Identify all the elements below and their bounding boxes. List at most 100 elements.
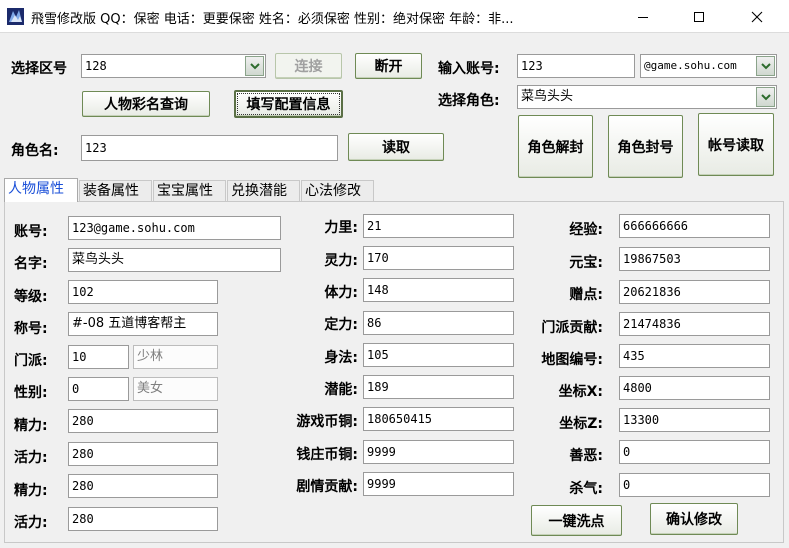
domain-select-arrow[interactable]: [756, 56, 775, 76]
attr-label: 灵力:: [324, 253, 358, 269]
connect-button[interactable]: 连接: [275, 53, 342, 79]
tab-equipment-attributes[interactable]: 装备属性: [79, 180, 152, 201]
attr-label: 杀气:: [569, 481, 603, 497]
read-button[interactable]: 读取: [348, 133, 444, 161]
agility-field[interactable]: 105: [363, 343, 514, 367]
role-select-label: 选择角色:: [438, 93, 500, 109]
attr-label: 活力:: [14, 450, 48, 466]
region-label: 选择区号: [11, 61, 67, 77]
story-contribution-field[interactable]: 9999: [363, 472, 514, 496]
title-field[interactable]: #-08 五道博客帮主: [68, 312, 218, 336]
attr-label: 坐标Z:: [559, 416, 603, 432]
domain-select-value: @game.sohu.com: [644, 59, 737, 72]
attr-label: 善恶:: [569, 448, 603, 464]
energy-field-2[interactable]: 280: [68, 474, 218, 498]
killing-aura-field[interactable]: 0: [619, 473, 770, 497]
map-id-field[interactable]: 435: [619, 344, 770, 368]
domain-select[interactable]: @game.sohu.com: [640, 54, 777, 78]
disconnect-button[interactable]: 断开: [355, 53, 422, 79]
morality-field[interactable]: 0: [619, 440, 770, 464]
confirm-modify-button[interactable]: 确认修改: [650, 503, 738, 535]
name-field[interactable]: 菜鸟头头: [68, 248, 281, 272]
attr-label: 等级:: [14, 289, 48, 305]
wash-points-button[interactable]: 一键洗点: [531, 505, 622, 536]
attr-label: 定力:: [324, 317, 358, 333]
chevron-down-icon: [760, 62, 771, 69]
level-field[interactable]: 102: [68, 280, 218, 304]
attr-label: 活力:: [14, 515, 48, 531]
attr-label: 门派贡献:: [541, 320, 603, 336]
attr-label: 元宝:: [569, 255, 603, 271]
account-field[interactable]: 123@game.sohu.com: [68, 216, 281, 240]
seal-role-button[interactable]: 角色封号: [608, 115, 683, 178]
gender-field[interactable]: 0: [68, 377, 129, 401]
coord-x-field[interactable]: 4800: [619, 376, 770, 400]
strength-field[interactable]: 21: [363, 214, 514, 238]
maximize-icon: [694, 11, 704, 22]
attr-label: 体力:: [324, 285, 358, 301]
minimize-button[interactable]: [620, 0, 666, 33]
close-icon: [751, 11, 763, 22]
region-select-arrow[interactable]: [245, 56, 264, 76]
attr-label: 称号:: [14, 321, 48, 337]
app-icon: [7, 8, 24, 25]
attr-label: 潜能:: [324, 382, 358, 398]
potential-field[interactable]: 189: [363, 375, 514, 399]
tab-exchange-potential[interactable]: 兑换潜能: [227, 180, 300, 201]
ingot-field[interactable]: 19867503: [619, 247, 770, 271]
attr-label: 门派:: [14, 353, 48, 369]
close-button[interactable]: [734, 0, 780, 33]
sect-contribution-field[interactable]: 21474836: [619, 312, 770, 336]
composure-field[interactable]: 86: [363, 311, 514, 335]
attr-label: 精力:: [14, 483, 48, 499]
bonus-points-field[interactable]: 20621836: [619, 280, 770, 304]
unseal-role-button[interactable]: 角色解封: [518, 115, 593, 178]
stamina-field[interactable]: 148: [363, 278, 514, 302]
region-select-value: 128: [85, 59, 107, 73]
account-read-button[interactable]: 帐号读取: [698, 113, 774, 176]
tab-character-attributes[interactable]: 人物属性: [4, 178, 78, 202]
role-select-arrow[interactable]: [756, 87, 775, 107]
energy-field[interactable]: 280: [68, 409, 218, 433]
attr-label: 经验:: [569, 222, 603, 238]
role-select-value: 菜鸟头头: [521, 89, 574, 104]
role-name-label: 角色名:: [11, 143, 59, 159]
role-select[interactable]: 菜鸟头头: [517, 85, 777, 109]
fill-config-button[interactable]: 填写配置信息: [234, 90, 343, 118]
minimize-icon: [638, 16, 648, 18]
bank-coin-field[interactable]: 9999: [363, 440, 514, 464]
attr-label: 钱庄币铜:: [296, 447, 358, 463]
role-name-input[interactable]: 123: [81, 135, 338, 161]
maximize-button[interactable]: [676, 0, 722, 33]
chevron-down-icon: [249, 62, 260, 69]
experience-field[interactable]: 666666666: [619, 214, 770, 238]
sect-name-field: 少林: [133, 345, 218, 369]
attr-label: 性别:: [14, 385, 48, 401]
query-color-name-button[interactable]: 人物彩名查询: [82, 91, 210, 117]
attr-label: 名字:: [14, 256, 48, 272]
gender-name-field: 美女: [133, 377, 218, 401]
tab-skill-modify[interactable]: 心法修改: [301, 180, 374, 201]
region-select[interactable]: 128: [81, 54, 266, 78]
vitality-field-2[interactable]: 280: [68, 507, 218, 531]
attr-label: 精力:: [14, 418, 48, 434]
sect-field[interactable]: 10: [68, 345, 129, 369]
attr-label: 身法:: [324, 350, 358, 366]
tab-pet-attributes[interactable]: 宝宝属性: [153, 180, 226, 201]
window-title: 飛雪修改版 QQ：保密 电话：更要保密 姓名：必须保密 性别：绝对保密 年龄：非…: [31, 12, 514, 27]
vitality-field[interactable]: 280: [68, 442, 218, 466]
attr-label: 赠点:: [569, 287, 603, 303]
attr-label: 坐标X:: [558, 384, 603, 400]
account-input[interactable]: 123: [517, 54, 635, 78]
attr-label: 游戏币铜:: [296, 414, 358, 430]
spirit-field[interactable]: 170: [363, 246, 514, 270]
coord-z-field[interactable]: 13300: [619, 408, 770, 432]
attr-label: 力里:: [324, 220, 358, 236]
attr-label: 地图编号:: [541, 352, 603, 368]
game-coin-field[interactable]: 180650415: [363, 407, 514, 431]
attr-label: 账号:: [14, 224, 48, 240]
attr-label: 剧情贡献:: [296, 479, 358, 495]
account-label: 输入账号:: [438, 61, 500, 77]
chevron-down-icon: [760, 93, 771, 100]
title-bar: 飛雪修改版 QQ：保密 电话：更要保密 姓名：必须保密 性别：绝对保密 年龄：非…: [0, 0, 789, 33]
